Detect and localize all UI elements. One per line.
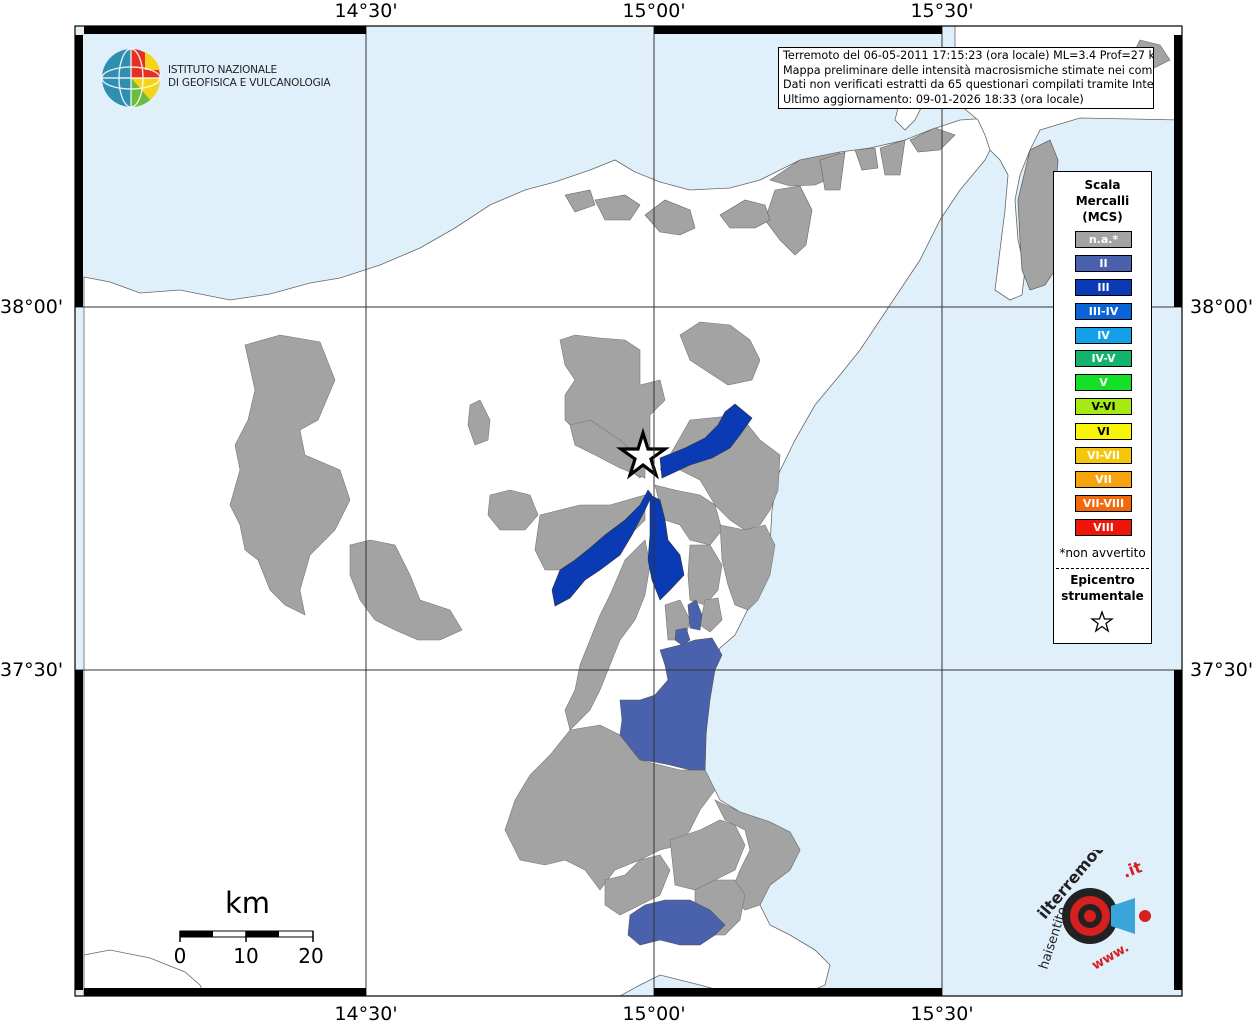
lat-label-right-3730: 37°30' [1190,659,1254,681]
legend-swatch: V-VI [1075,398,1132,415]
legend-note: *non avvertito [1059,546,1146,560]
lat-label-left-3800: 38°00' [0,296,64,318]
legend-title-line-1: Scala [1084,178,1121,192]
scale-bar-unit: km [225,886,271,920]
scale-label-10: 10 [233,944,259,968]
legend-swatch: II [1075,255,1132,272]
legend-title-line-3: (MCS) [1082,210,1123,224]
lon-label-bottom-1530: 15°30' [910,1003,974,1025]
legend-swatch: III-IV [1075,303,1132,320]
earthquake-info-box: Terremoto del 06-05-2011 17:15:23 (ora l… [778,47,1154,109]
info-line-1: Terremoto del 06-05-2011 17:15:23 (ora l… [783,49,1154,62]
legend-swatch: VI-VII [1075,447,1132,464]
logo-line-2: DI GEOFISICA E VULCANOLOGIA [168,77,331,89]
logo-text-it: .it [1120,857,1145,882]
lon-label-top-1500: 15°00' [622,0,686,22]
legend-separator [1056,568,1149,569]
ingv-logo-text: ISTITUTO NAZIONALE DI GEOFISICA E VULCAN… [168,64,331,90]
legend-swatch: V [1075,374,1132,391]
legend-epicenter-line-2: strumentale [1061,589,1144,603]
legend-epicenter-line-1: Epicentro [1070,573,1135,587]
legend-swatch: VII [1075,471,1132,488]
legend-star-icon [1090,610,1114,633]
lon-label-bottom-1430: 14°30' [334,1003,398,1025]
lon-label-top-1430: 14°30' [334,0,398,22]
scale-label-0: 0 [173,944,187,968]
legend-swatch: IV-V [1075,350,1132,367]
legend-swatch: III [1075,279,1132,296]
legend-swatch: VII-VIII [1075,495,1132,512]
scale-label-20: 20 [298,944,324,968]
info-line-2: Mappa preliminare delle intensità macros… [783,63,1154,77]
legend-title-line-2: Mercalli [1075,194,1130,208]
haisentito-logo: haisentito ilterremoto .it www. [1034,850,1151,973]
legend-swatch: VIII [1075,519,1132,536]
lat-label-left-3730: 37°30' [0,659,64,681]
lat-label-right-3800: 38°00' [1190,296,1254,318]
lon-label-top-1530: 15°30' [910,0,974,22]
legend-swatch: n.a.* [1075,231,1132,248]
legend-title: Scala Mercalli (MCS) [1054,177,1151,225]
lon-label-bottom-1500: 15°00' [622,1003,686,1025]
info-line-3: Dati non verificati estratti da 65 quest… [783,78,1154,92]
legend-epicenter-label: Epicentro strumentale [1054,572,1151,604]
info-line-4: Ultimo aggiornamento: 09-01-2026 18:33 (… [783,92,1084,106]
ingv-globe-icon [101,48,161,108]
logo-line-1: ISTITUTO NAZIONALE [168,64,277,76]
legend-swatch: IV [1075,327,1132,344]
legend-swatch: VI [1075,423,1132,440]
mcs-legend: Scala Mercalli (MCS) n.a.* II III III-IV IV I… [1053,171,1152,644]
logo-text-www: www. [1090,940,1132,973]
